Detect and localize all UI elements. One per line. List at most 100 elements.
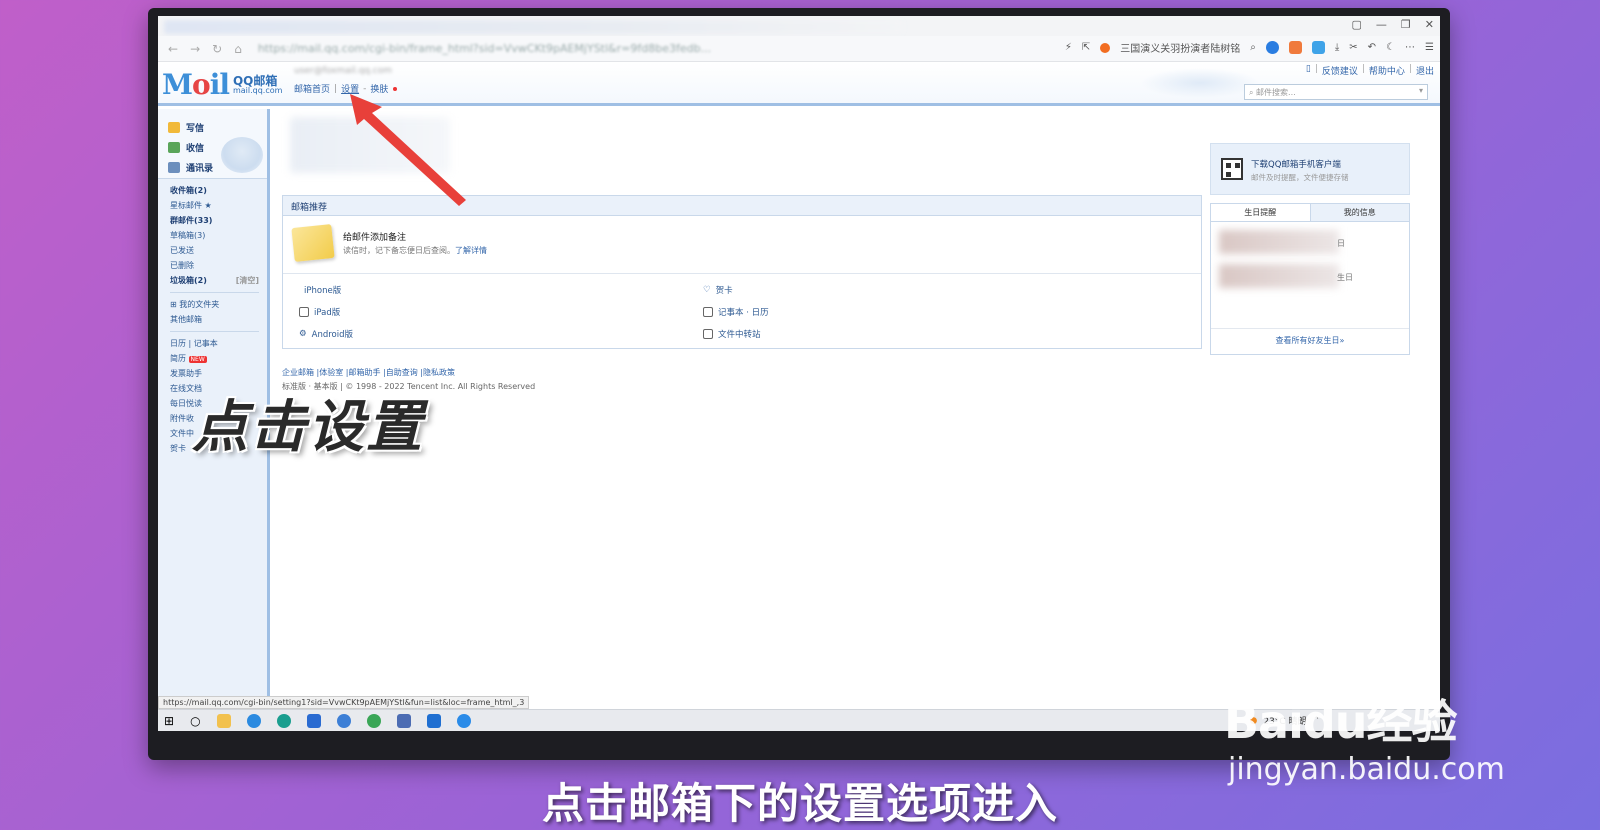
- app-cards[interactable]: ♡ 贺卡: [703, 284, 733, 296]
- translate-icon[interactable]: [1288, 41, 1302, 54]
- footer-links[interactable]: 企业邮箱 |体验室 |邮箱助手 |自助查询 |隐私政策: [282, 367, 455, 378]
- compose-button[interactable]: 写信: [168, 117, 267, 137]
- birthday-entry-blurred: [1219, 264, 1339, 288]
- folder-spam[interactable]: 垃圾箱(2) [清空]: [170, 273, 267, 288]
- chat-icon[interactable]: [336, 713, 351, 728]
- wechat-icon[interactable]: [366, 713, 381, 728]
- learn-more-link[interactable]: 了解详情: [455, 246, 487, 255]
- restore-icon[interactable]: ▢: [1352, 18, 1362, 31]
- app-iphone[interactable]: iPhone版: [299, 284, 341, 296]
- app-icon[interactable]: [1311, 41, 1325, 54]
- url-field[interactable]: https://mail.qq.com/cgi-bin/frame_html?s…: [258, 42, 818, 55]
- search-engine-icon[interactable]: [1100, 42, 1111, 53]
- chevron-down-icon[interactable]: ▾: [1419, 86, 1423, 95]
- tab-birthday[interactable]: 生日提醒: [1211, 204, 1311, 221]
- download-icon[interactable]: ⤓: [1335, 42, 1339, 53]
- hot-search-text[interactable]: 三国演义关羽扮演者陆树铭: [1120, 40, 1240, 55]
- photos-icon[interactable]: [426, 713, 441, 728]
- phone-icon[interactable]: ▯: [1306, 64, 1311, 77]
- forward-icon[interactable]: →: [190, 42, 200, 56]
- welcome-blurred: [290, 117, 450, 173]
- folder-icon[interactable]: [216, 713, 231, 728]
- folder-sent[interactable]: 已发送: [170, 243, 267, 258]
- note-desc-text: 读信时，记下备忘便日后查阅。: [343, 246, 455, 255]
- window-controls: ▢ — ❐ ✕: [1352, 18, 1435, 31]
- cut-icon[interactable]: ✂: [1349, 42, 1357, 53]
- contacts-label: 通讯录: [186, 163, 214, 174]
- feedback-link[interactable]: 反馈建议: [1322, 64, 1358, 77]
- home-icon[interactable]: ⌂: [234, 42, 242, 56]
- watermark-main: Baidu经验: [1224, 695, 1458, 749]
- invoice-link[interactable]: 发票助手: [170, 366, 267, 381]
- calendar-notes-link[interactable]: 日历 | 记事本: [170, 336, 267, 351]
- all-birthdays-link[interactable]: 查看所有好友生日»: [1211, 328, 1409, 346]
- search-icon[interactable]: ⌕: [1250, 42, 1256, 53]
- folder-deleted[interactable]: 已删除: [170, 258, 267, 273]
- logo-mail-text: Moil: [162, 68, 230, 101]
- mail-search-input[interactable]: ⌕ 邮件搜索... ▾: [1244, 84, 1428, 100]
- mascot-image: [221, 137, 263, 173]
- other-mail-link[interactable]: 其他邮箱: [170, 312, 267, 327]
- app-icon[interactable]: [396, 713, 411, 728]
- empty-spam-link[interactable]: [清空]: [236, 273, 259, 288]
- close-icon[interactable]: ✕: [1425, 18, 1434, 31]
- browser-tabs-blurred[interactable]: [164, 20, 904, 34]
- nav-buttons: ← → ↻ ⌂: [168, 42, 242, 56]
- app-cards-label: 贺卡: [715, 286, 733, 296]
- note-title[interactable]: 给邮件添加备注: [343, 230, 406, 243]
- edge-icon[interactable]: [276, 713, 291, 728]
- recommend-panel: 邮箱推荐 给邮件添加备注 读信时，记下备忘便日后查阅。了解详情 iPhone版 …: [282, 195, 1202, 349]
- help-link[interactable]: 帮助中心: [1369, 64, 1405, 77]
- qq-browser-icon[interactable]: [456, 713, 471, 728]
- refresh-icon[interactable]: ↻: [212, 42, 222, 56]
- more-icon[interactable]: ⋯: [1405, 42, 1415, 53]
- undo-icon[interactable]: ↶: [1368, 42, 1376, 53]
- maximize-icon[interactable]: ❐: [1401, 18, 1411, 31]
- logout-link[interactable]: 退出: [1416, 64, 1434, 77]
- mail-home-link[interactable]: 邮箱首页: [294, 82, 330, 95]
- pencil-icon: [168, 121, 180, 133]
- share-icon[interactable]: ⇱: [1082, 42, 1090, 53]
- tab-my-info[interactable]: 我的信息: [1311, 204, 1410, 221]
- night-mode-icon[interactable]: ☾: [1386, 42, 1395, 53]
- logo-subtext: QQ邮箱 mail.qq.com: [233, 75, 282, 95]
- app-notes-calendar[interactable]: 记事本 · 日历: [703, 306, 769, 318]
- logo-cn: QQ邮箱: [232, 73, 278, 88]
- main-content: 邮箱推荐 给邮件添加备注 读信时，记下备忘便日后查阅。了解详情 iPhone版 …: [282, 109, 1440, 709]
- folder-drafts[interactable]: 草稿箱(3): [170, 228, 267, 243]
- download-app-box[interactable]: 下载QQ邮箱手机客户端 邮件及时提醒，文件便捷存储: [1210, 143, 1410, 195]
- my-folders-toggle[interactable]: ⊞ 我的文件夹: [170, 297, 267, 312]
- header-decoration: [1140, 68, 1260, 98]
- menu-icon[interactable]: ☰: [1425, 42, 1434, 53]
- download-sub: 邮件及时提醒，文件便捷存储: [1251, 173, 1349, 182]
- back-icon[interactable]: ←: [168, 42, 178, 56]
- tablet-icon: [299, 307, 309, 317]
- extension-icon[interactable]: [1265, 41, 1279, 54]
- birthday-tabs: 生日提醒 我的信息: [1211, 204, 1409, 222]
- qqmail-logo[interactable]: Moil QQ邮箱 mail.qq.com: [162, 68, 282, 101]
- minimize-icon[interactable]: —: [1376, 18, 1387, 31]
- folder-starred[interactable]: 星标邮件 ★: [170, 198, 267, 213]
- search-circle-icon[interactable]: ○: [190, 714, 200, 728]
- bolt-icon[interactable]: ⚡: [1065, 42, 1072, 53]
- browser-icon[interactable]: [246, 713, 261, 728]
- mail-app-icon[interactable]: [306, 713, 321, 728]
- settings-link[interactable]: 设置: [341, 82, 359, 95]
- note-desc: 读信时，记下备忘便日后查阅。了解详情: [343, 245, 487, 256]
- windows-start-icon[interactable]: ⊞: [164, 714, 174, 728]
- app-ipad[interactable]: iPad版: [299, 306, 340, 318]
- birthday-entry-blurred: [1219, 230, 1339, 254]
- app-android[interactable]: ⚙ Android版: [299, 328, 353, 340]
- divider: [170, 331, 259, 332]
- right-column: 下载QQ邮箱手机客户端 邮件及时提醒，文件便捷存储 生日提醒 我的信息 日 生日…: [1210, 143, 1410, 355]
- divider: [170, 292, 259, 293]
- skin-link[interactable]: 换肤: [370, 82, 388, 95]
- folder-inbox[interactable]: 收件箱(2): [170, 183, 267, 198]
- file-icon: [703, 329, 713, 339]
- app-file-transfer[interactable]: 文件中转站: [703, 328, 761, 340]
- browser-titlebar: ▢ — ❐ ✕: [158, 16, 1440, 36]
- my-folders-label: 我的文件夹: [179, 300, 220, 309]
- apps-grid: iPhone版 iPad版 ⚙ Android版 ♡ 贺卡 记事本 · 日历 文件中…: [283, 274, 1201, 348]
- resume-link[interactable]: 简历 NEW: [170, 351, 267, 366]
- folder-group[interactable]: 群邮件(33): [170, 213, 267, 228]
